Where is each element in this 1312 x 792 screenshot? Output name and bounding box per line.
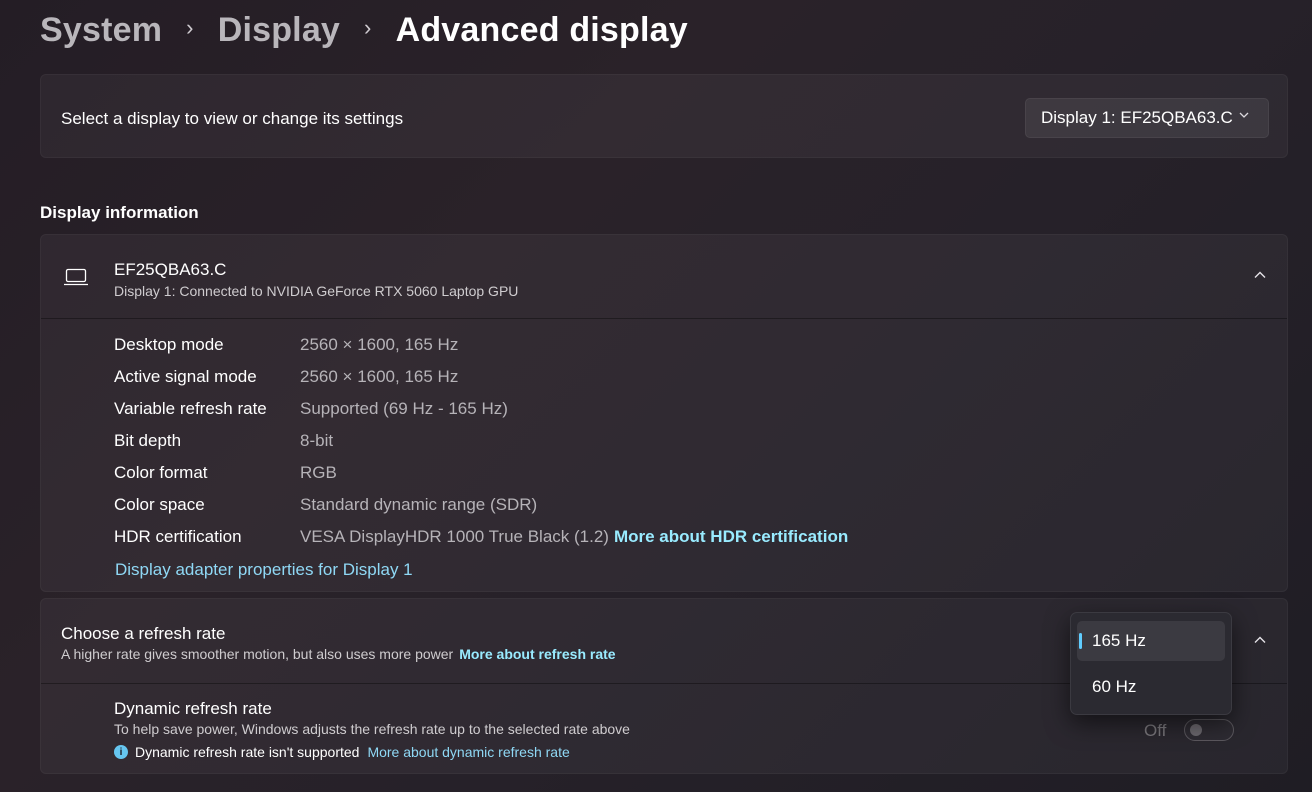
display-select-card: Select a display to view or change its s… (40, 74, 1288, 158)
breadcrumb-system[interactable]: System (40, 11, 162, 50)
hdr-certification-link[interactable]: More about HDR certification (614, 527, 848, 547)
info-row-variable-refresh-rate: Variable refresh rate Supported (69 Hz -… (114, 399, 508, 419)
info-value: Supported (69 Hz - 165 Hz) (300, 399, 508, 418)
info-icon: i (114, 745, 128, 759)
display-select-dropdown[interactable]: Display 1: EF25QBA63.C (1025, 98, 1269, 138)
refresh-rate-subtitle: A higher rate gives smoother motion, but… (61, 646, 616, 662)
dynamic-refresh-warning: i Dynamic refresh rate isn't supported M… (114, 744, 570, 760)
info-label: Variable refresh rate (114, 399, 267, 418)
monitor-name: EF25QBA63.C (114, 260, 227, 279)
refresh-rate-dropdown: 165 Hz 60 Hz (1070, 612, 1232, 715)
display-select-label: Select a display to view or change its s… (61, 109, 404, 128)
info-value: RGB (300, 463, 337, 482)
chevron-down-icon (1239, 112, 1249, 118)
info-row-desktop-mode: Desktop mode 2560 × 1600, 165 Hz (114, 335, 458, 355)
display-information-header[interactable]: EF25QBA63.C Display 1: Connected to NVID… (41, 235, 1287, 319)
info-value: VESA DisplayHDR 1000 True Black (1.2) (300, 527, 609, 546)
display-adapter-properties-link[interactable]: Display adapter properties for Display 1 (115, 560, 413, 580)
display-information-card: EF25QBA63.C Display 1: Connected to NVID… (40, 234, 1288, 592)
display-select-value: Display 1: EF25QBA63.C (1041, 108, 1233, 127)
info-label: HDR certification (114, 527, 242, 546)
dynamic-refresh-toggle-state: Off (1144, 721, 1167, 740)
info-row-color-space: Color space Standard dynamic range (SDR) (114, 495, 537, 515)
refresh-rate-description: A higher rate gives smoother motion, but… (61, 646, 454, 662)
breadcrumb-display[interactable]: Display (218, 11, 340, 50)
dynamic-refresh-toggle[interactable] (1184, 719, 1234, 741)
laptop-icon (64, 268, 88, 286)
info-label: Color space (114, 495, 205, 514)
info-value: 2560 × 1600, 165 Hz (300, 335, 459, 354)
info-label: Desktop mode (114, 335, 224, 354)
info-value: 8-bit (300, 431, 334, 450)
info-row-active-signal-mode: Active signal mode 2560 × 1600, 165 Hz (114, 367, 458, 387)
page-title: Advanced display (395, 10, 688, 49)
dynamic-refresh-link[interactable]: More about dynamic refresh rate (367, 744, 569, 760)
chevron-right-icon: › (186, 15, 194, 40)
info-label: Bit depth (114, 431, 182, 450)
dynamic-refresh-title: Dynamic refresh rate (114, 699, 272, 718)
info-value: 2560 × 1600, 165 Hz (300, 367, 459, 386)
dynamic-refresh-subtitle: To help save power, Windows adjusts the … (114, 721, 630, 737)
chevron-up-icon[interactable] (1253, 268, 1267, 282)
info-label: Active signal mode (114, 367, 257, 386)
info-value: Standard dynamic range (SDR) (300, 495, 538, 514)
info-label: Color format (114, 463, 208, 482)
section-title-display-information: Display information (40, 203, 199, 222)
refresh-rate-option-165[interactable]: 165 Hz (1077, 621, 1225, 661)
refresh-rate-option-60[interactable]: 60 Hz (1077, 667, 1225, 707)
chevron-up-icon[interactable] (1253, 633, 1267, 647)
dynamic-refresh-warning-text: Dynamic refresh rate isn't supported (135, 744, 360, 760)
info-row-hdr-certification: HDR certification VESA DisplayHDR 1000 T… (114, 527, 848, 547)
toggle-knob (1190, 724, 1202, 736)
info-row-color-format: Color format RGB (114, 463, 337, 483)
refresh-rate-link[interactable]: More about refresh rate (459, 646, 615, 662)
info-row-bit-depth: Bit depth 8-bit (114, 431, 333, 451)
refresh-rate-title: Choose a refresh rate (61, 624, 226, 643)
breadcrumb: System › Display › Advanced display (40, 8, 688, 52)
chevron-right-icon: › (364, 15, 372, 40)
monitor-subtitle: Display 1: Connected to NVIDIA GeForce R… (114, 283, 519, 299)
